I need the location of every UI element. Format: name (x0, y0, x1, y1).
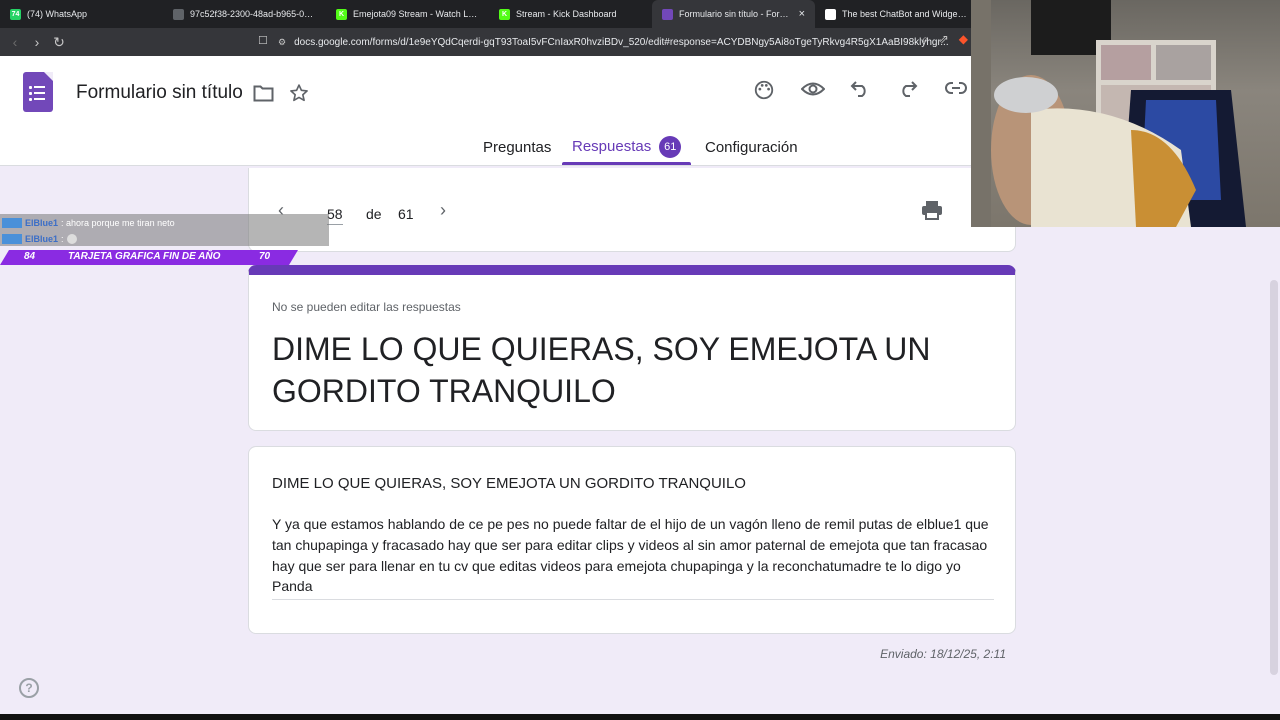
tab-title: (74) WhatsApp (27, 9, 88, 19)
tab-favicon-icon: 74 (10, 8, 21, 20)
stream-poll-bar: 84 TARJETA GRAFICA FIN DE AÑO 70 (0, 250, 298, 265)
next-response-icon[interactable]: › (440, 200, 446, 221)
star-icon[interactable] (289, 83, 309, 103)
preview-eye-icon[interactable] (801, 80, 825, 98)
link-icon[interactable] (945, 81, 967, 95)
browser-tab[interactable]: 97c52f38-2300-48ad-b965-0c212b6 (163, 0, 326, 28)
submitted-timestamp: Enviado: 18/12/25, 2:11 (880, 647, 1006, 661)
bookmark-icon[interactable]: ☐ (258, 34, 268, 47)
total-responses: 61 (398, 206, 414, 222)
help-icon[interactable]: ? (19, 678, 39, 698)
answer-text: Y ya que estamos hablando de ce pe pes n… (272, 514, 994, 601)
address-bar[interactable]: ⚙ docs.google.com/forms/d/1e9eYQdCqerdi-… (278, 31, 965, 53)
url-text: docs.google.com/forms/d/1e9eYQdCqerdi-gq… (294, 36, 949, 48)
poll-right-value: 70 (259, 251, 271, 262)
browser-tab[interactable]: The best ChatBot and Widgets for K (815, 0, 978, 28)
form-title-card: No se pueden editar las respuestas DIME … (248, 265, 1016, 431)
browser-tab[interactable]: K Emejota09 Stream - Watch Live o (326, 0, 489, 28)
emote-icon (66, 233, 77, 244)
brave-shield-icon[interactable]: ◆ (959, 32, 968, 47)
chat-badge-icon (2, 233, 22, 244)
taskbar-edge (0, 714, 1280, 720)
chat-message: ElBlue1 : ahora porque me tiran neto (2, 215, 175, 230)
share-icon[interactable]: ⇗ (939, 32, 949, 47)
google-forms-logo[interactable] (23, 72, 53, 112)
site-info-icon[interactable]: ⚙ (278, 37, 286, 48)
chat-badge-icon (2, 217, 22, 228)
zoom-icon[interactable]: ⌕ (922, 32, 929, 47)
redo-icon[interactable] (898, 80, 918, 98)
current-response-number[interactable]: 58 (327, 206, 343, 225)
folder-icon[interactable] (253, 84, 274, 102)
stream-chat-overlay: ElBlue1 : ahora porque me tiran neto ElB… (0, 214, 329, 246)
browser-tab[interactable]: 74 (74) WhatsApp (0, 0, 163, 28)
response-pager-card: ‹ 58 de 61 › (248, 168, 1016, 252)
webcam-scene (971, 0, 1246, 227)
reload-icon[interactable]: ↻ (48, 34, 70, 51)
tab-title: Formulario sin título - Formulari (679, 9, 795, 19)
poll-left-value: 84 (24, 251, 36, 262)
form-title[interactable]: Formulario sin título (76, 82, 243, 104)
tab-close-icon[interactable]: × (799, 8, 805, 20)
chat-text: : (61, 233, 64, 244)
tab-favicon-icon: K (499, 8, 510, 20)
back-icon[interactable]: ‹ (4, 34, 26, 50)
tab-favicon-icon (825, 8, 836, 20)
tab-title: Emejota09 Stream - Watch Live o (353, 9, 479, 19)
question-title: DIME LO QUE QUIERAS, SOY EMEJOTA UN GORD… (272, 475, 746, 492)
forward-icon[interactable]: › (26, 34, 48, 50)
tab-favicon-icon: K (336, 8, 347, 20)
responses-count-badge: 61 (659, 136, 682, 158)
print-icon[interactable] (921, 200, 943, 220)
tab-responses[interactable]: Respuestas 61 (572, 136, 682, 158)
tab-questions[interactable]: Preguntas (483, 139, 551, 156)
chat-text: : ahora porque me tiran neto (61, 217, 175, 228)
tab-title: The best ChatBot and Widgets for K (842, 9, 968, 19)
webcam-overlay (971, 0, 1280, 227)
browser-tab[interactable]: Formulario sin título - Formulari × (652, 0, 815, 28)
page-scrollbar[interactable] (1270, 280, 1278, 675)
chat-message: ElBlue1 : (2, 231, 77, 246)
tab-title: 97c52f38-2300-48ad-b965-0c212b6 (190, 9, 316, 19)
browser-tab[interactable]: K Stream - Kick Dashboard (489, 0, 652, 28)
active-tab-indicator (562, 162, 691, 165)
undo-icon[interactable] (850, 80, 870, 98)
chat-username: ElBlue1 (25, 233, 59, 244)
tab-responses-label: Respuestas (572, 137, 652, 155)
tab-title: Stream - Kick Dashboard (516, 9, 617, 19)
form-heading: DIME LO QUE QUIERAS, SOY EMEJOTA UN GORD… (272, 331, 931, 409)
tab-favicon-icon (173, 8, 184, 20)
tab-settings[interactable]: Configuración (705, 139, 798, 156)
tab-favicon-icon (662, 8, 673, 20)
question-card: DIME LO QUE QUIERAS, SOY EMEJOTA UN GORD… (248, 446, 1016, 634)
chat-username: ElBlue1 (25, 217, 59, 228)
palette-icon[interactable] (753, 79, 775, 101)
poll-label: TARJETA GRAFICA FIN DE AÑO (68, 251, 221, 262)
pager-of-label: de (366, 206, 382, 222)
read-only-notice: No se pueden editar las respuestas (272, 300, 461, 314)
